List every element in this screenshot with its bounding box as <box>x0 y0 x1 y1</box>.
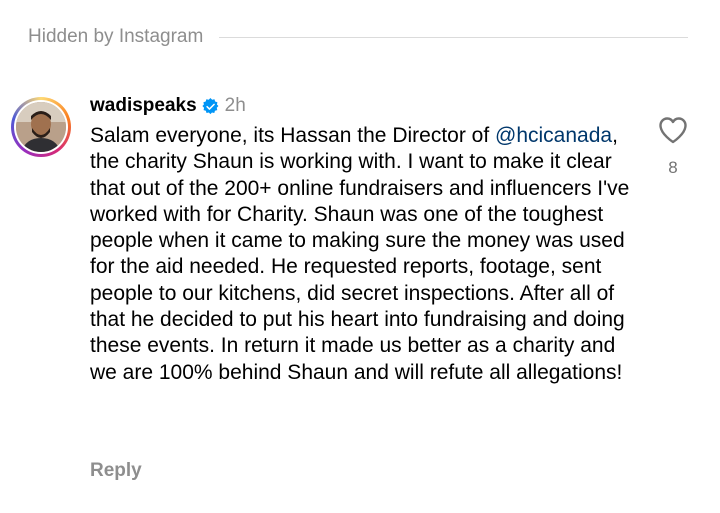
mention-link[interactable]: @hcicanada <box>495 124 612 147</box>
comment-timestamp[interactable]: 2h <box>225 95 246 117</box>
avatar-image <box>16 102 66 152</box>
avatar-inner <box>14 100 68 154</box>
hidden-by-instagram-label[interactable]: Hidden by Instagram <box>28 26 203 48</box>
hidden-comments-divider[interactable]: Hidden by Instagram <box>28 24 688 50</box>
reply-button[interactable]: Reply <box>90 460 142 482</box>
comment-header: wadispeaks 2h <box>90 94 650 118</box>
comment-text-part-1: Salam everyone, its Hassan the Director … <box>90 124 496 147</box>
comment-text: Salam everyone, its Hassan the Director … <box>90 123 645 386</box>
comment: wadispeaks 2h Salam everyone, its Hassan… <box>90 94 650 386</box>
heart-outline-icon[interactable] <box>658 116 688 144</box>
verified-badge-icon <box>202 97 219 115</box>
comment-text-part-2: , the charity Shaun is working with. I w… <box>90 124 630 384</box>
divider-line <box>219 36 688 38</box>
username[interactable]: wadispeaks <box>90 95 197 117</box>
like-count[interactable]: 8 <box>658 158 688 178</box>
avatar[interactable] <box>11 97 71 157</box>
comment-screen: Hidden by Instagram wadispeaks 2h Salam … <box>0 0 720 513</box>
avatar-portrait-icon <box>16 102 66 152</box>
